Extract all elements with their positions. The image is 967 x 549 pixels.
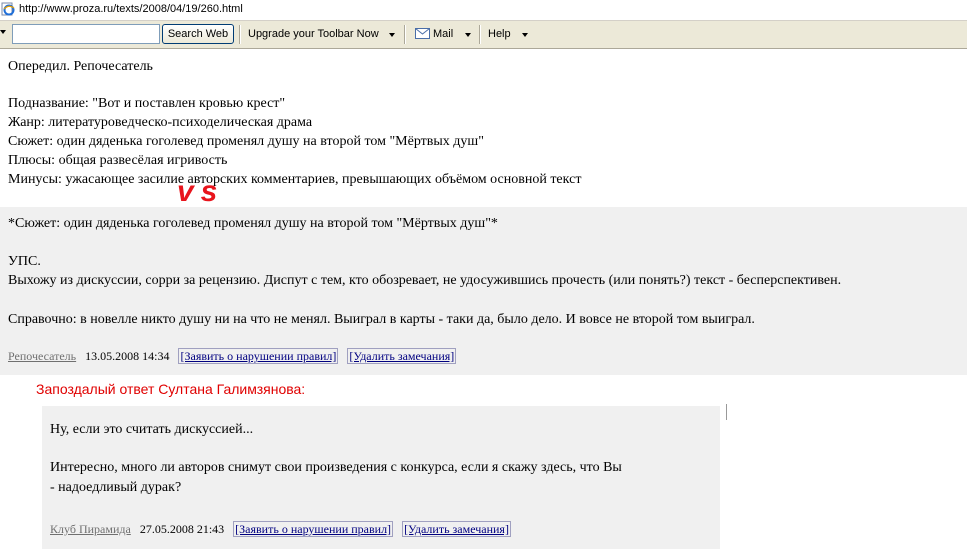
- review-subtitle: Подназвание: "Вот и поставлен кровью кре…: [8, 96, 286, 111]
- review-pluses: Плюсы: общая развесёлая игривость: [8, 153, 228, 168]
- review-genre: Жанр: литературоведческо-психоделическая…: [8, 115, 313, 130]
- help-button[interactable]: Help: [488, 28, 511, 40]
- response-reference: Справочно: в новелле никто душу ни на чт…: [8, 312, 755, 327]
- report-violation-link[interactable]: [Заявить о нарушении правил]: [178, 348, 339, 364]
- search-input[interactable]: [12, 24, 160, 44]
- help-dropdown-arrow-icon[interactable]: [522, 33, 528, 37]
- mail-button[interactable]: Mail: [433, 28, 453, 40]
- review-minuses: Минусы: ужасающее засилие авторских комм…: [8, 172, 582, 187]
- search-toolbar: Search Web Upgrade your Toolbar Now Mail…: [0, 21, 967, 49]
- late-reply-author-link[interactable]: Клуб Пирамида: [50, 522, 131, 536]
- response-meta: Репочесатель 13.05.2008 14:34 [Заявить о…: [8, 348, 457, 364]
- toolbar-separator: [239, 25, 241, 44]
- toolbar-separator: [404, 25, 406, 44]
- mail-icon: [415, 28, 430, 39]
- late-reply-line2: Интересно, много ли авторов снимут свои …: [50, 460, 622, 475]
- late-delete-remarks-link[interactable]: [Удалить замечания]: [402, 521, 511, 537]
- response-ups: УПС.: [8, 254, 41, 269]
- response-box: *Сюжет: один дяденька гоголевед променял…: [0, 207, 967, 375]
- upgrade-dropdown-arrow-icon[interactable]: [389, 33, 395, 37]
- review-header: Опередил. Репочесатель: [8, 59, 153, 74]
- response-date: 13.05.2008 14:34: [85, 349, 170, 363]
- upgrade-toolbar-button[interactable]: Upgrade your Toolbar Now: [248, 28, 379, 40]
- search-web-button[interactable]: Search Web: [162, 24, 234, 44]
- late-reply-line3: - надоедливый дурак?: [50, 480, 182, 495]
- address-bar[interactable]: http://www.proza.ru/texts/2008/04/19/260…: [0, 0, 967, 21]
- late-report-violation-link[interactable]: [Заявить о нарушении правил]: [233, 521, 394, 537]
- late-reply-date: 27.05.2008 21:43: [139, 522, 225, 536]
- dropdown-arrow-icon[interactable]: [0, 30, 6, 34]
- review-plot: Сюжет: один дяденька гоголевед променял …: [8, 134, 484, 149]
- late-reply-meta: Клуб Пирамида 27.05.2008 21:43 [Заявить …: [50, 521, 511, 537]
- ie-page-icon: [1, 2, 15, 16]
- toolbar-separator: [479, 25, 481, 44]
- vs-overlay: vs: [177, 175, 225, 208]
- mail-dropdown-arrow-icon[interactable]: [465, 33, 471, 37]
- page-content: Опередил. Репочесатель Подназвание: "Вот…: [0, 49, 967, 549]
- late-reply-line1: Ну, если это считать дискуссией...: [50, 422, 254, 437]
- response-leave: Выхожу из дискуссии, сорри за рецензию. …: [8, 273, 842, 288]
- delete-remarks-link[interactable]: [Удалить замечания]: [347, 348, 457, 364]
- response-quote: *Сюжет: один дяденька гоголевед променял…: [8, 216, 498, 231]
- late-reply-box: Ну, если это считать дискуссией... Интер…: [42, 406, 720, 549]
- late-reply-title: Запоздалый ответ Султана Галимзянова:: [36, 381, 306, 397]
- divider: [726, 404, 727, 420]
- response-author-link[interactable]: Репочесатель: [8, 349, 76, 363]
- address-url[interactable]: http://www.proza.ru/texts/2008/04/19/260…: [19, 3, 243, 15]
